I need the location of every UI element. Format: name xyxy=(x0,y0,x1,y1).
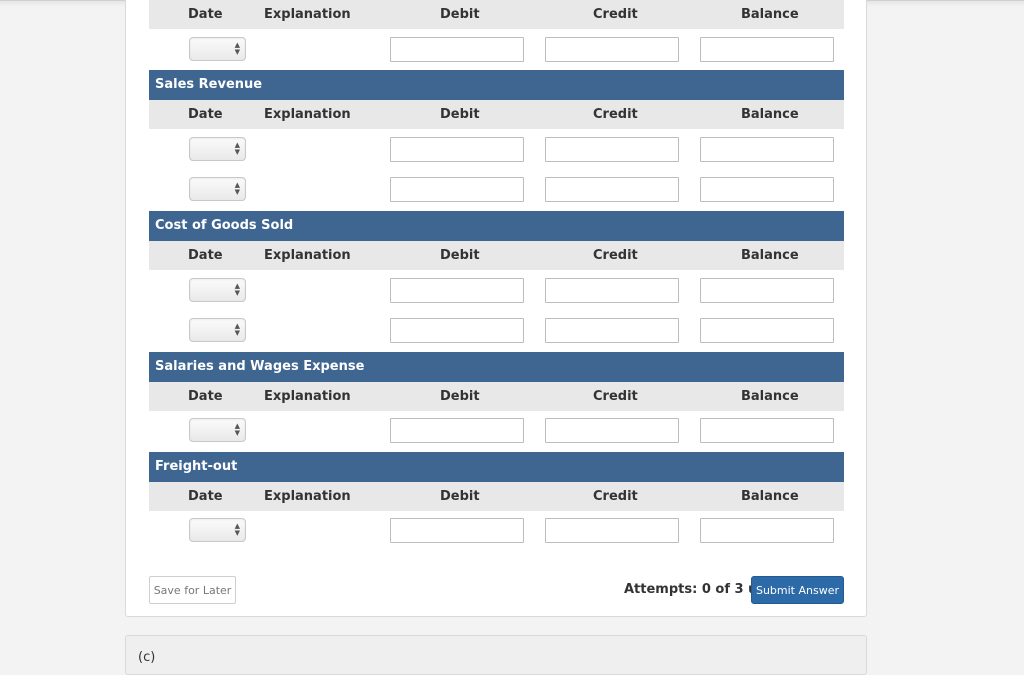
date-select[interactable]: ▲ ▼ xyxy=(189,518,246,542)
col-balance: Balance xyxy=(741,248,799,263)
col-credit: Credit xyxy=(593,248,638,263)
credit-input[interactable] xyxy=(545,177,679,202)
col-credit: Credit xyxy=(593,7,638,22)
column-header-row: Date Explanation Debit Credit Balance xyxy=(149,482,844,511)
debit-input[interactable] xyxy=(390,177,524,202)
select-arrows-icon: ▲ ▼ xyxy=(234,181,240,196)
account-title: Freight-out xyxy=(155,459,238,474)
debit-input[interactable] xyxy=(390,278,524,303)
date-select[interactable]: ▲ ▼ xyxy=(189,318,246,342)
col-balance: Balance xyxy=(741,489,799,504)
section-label: (c) xyxy=(138,650,156,665)
ledger-row: ▲ ▼ xyxy=(149,278,844,318)
column-header-row: Date Explanation Debit Credit Balance xyxy=(149,0,844,29)
select-arrows-icon: ▲ ▼ xyxy=(234,41,240,56)
credit-input[interactable] xyxy=(545,518,679,543)
account-header-freight-out: Freight-out xyxy=(149,452,844,482)
col-explanation: Explanation xyxy=(264,489,351,504)
date-select[interactable]: ▲ ▼ xyxy=(189,177,246,201)
debit-input[interactable] xyxy=(390,37,524,62)
account-header-sales-revenue: Sales Revenue xyxy=(149,70,844,100)
submit-answer-button[interactable]: Submit Answer xyxy=(751,576,844,604)
col-explanation: Explanation xyxy=(264,248,351,263)
ledger-row: ▲ ▼ xyxy=(149,518,844,558)
col-debit: Debit xyxy=(440,389,480,404)
col-debit: Debit xyxy=(440,489,480,504)
balance-input[interactable] xyxy=(700,137,834,162)
select-arrows-icon: ▲ ▼ xyxy=(234,422,240,437)
col-balance: Balance xyxy=(741,107,799,122)
credit-input[interactable] xyxy=(545,278,679,303)
ledger-row: ▲ ▼ xyxy=(149,137,844,177)
col-debit: Debit xyxy=(440,7,480,22)
column-header-row: Date Explanation Debit Credit Balance xyxy=(149,100,844,129)
col-date: Date xyxy=(188,489,223,504)
credit-input[interactable] xyxy=(545,137,679,162)
balance-input[interactable] xyxy=(700,318,834,343)
balance-input[interactable] xyxy=(700,177,834,202)
col-date: Date xyxy=(188,248,223,263)
col-explanation: Explanation xyxy=(264,7,351,22)
col-debit: Debit xyxy=(440,107,480,122)
balance-input[interactable] xyxy=(700,37,834,62)
balance-input[interactable] xyxy=(700,278,834,303)
col-explanation: Explanation xyxy=(264,107,351,122)
select-arrows-icon: ▲ ▼ xyxy=(234,322,240,337)
select-arrows-icon: ▲ ▼ xyxy=(234,141,240,156)
col-credit: Credit xyxy=(593,107,638,122)
col-date: Date xyxy=(188,107,223,122)
debit-input[interactable] xyxy=(390,518,524,543)
credit-input[interactable] xyxy=(545,37,679,62)
date-select[interactable]: ▲ ▼ xyxy=(189,137,246,161)
date-select[interactable]: ▲ ▼ xyxy=(189,418,246,442)
save-for-later-button[interactable]: Save for Later xyxy=(149,576,236,604)
date-select[interactable]: ▲ ▼ xyxy=(189,37,246,61)
debit-input[interactable] xyxy=(390,418,524,443)
column-header-row: Date Explanation Debit Credit Balance xyxy=(149,241,844,270)
date-select[interactable]: ▲ ▼ xyxy=(189,278,246,302)
debit-input[interactable] xyxy=(390,318,524,343)
next-section-card: (c) xyxy=(125,635,867,675)
balance-input[interactable] xyxy=(700,518,834,543)
col-credit: Credit xyxy=(593,389,638,404)
col-balance: Balance xyxy=(741,7,799,22)
account-header-salaries: Salaries and Wages Expense xyxy=(149,352,844,382)
col-debit: Debit xyxy=(440,248,480,263)
account-title: Cost of Goods Sold xyxy=(155,218,294,233)
select-arrows-icon: ▲ ▼ xyxy=(234,282,240,297)
account-header-cogs: Cost of Goods Sold xyxy=(149,211,844,241)
col-date: Date xyxy=(188,7,223,22)
col-balance: Balance xyxy=(741,389,799,404)
account-title: Salaries and Wages Expense xyxy=(155,359,365,374)
col-explanation: Explanation xyxy=(264,389,351,404)
select-arrows-icon: ▲ ▼ xyxy=(234,522,240,537)
debit-input[interactable] xyxy=(390,137,524,162)
account-title: Sales Revenue xyxy=(155,77,263,92)
column-header-row: Date Explanation Debit Credit Balance xyxy=(149,382,844,411)
balance-input[interactable] xyxy=(700,418,834,443)
credit-input[interactable] xyxy=(545,318,679,343)
col-date: Date xyxy=(188,389,223,404)
col-credit: Credit xyxy=(593,489,638,504)
credit-input[interactable] xyxy=(545,418,679,443)
